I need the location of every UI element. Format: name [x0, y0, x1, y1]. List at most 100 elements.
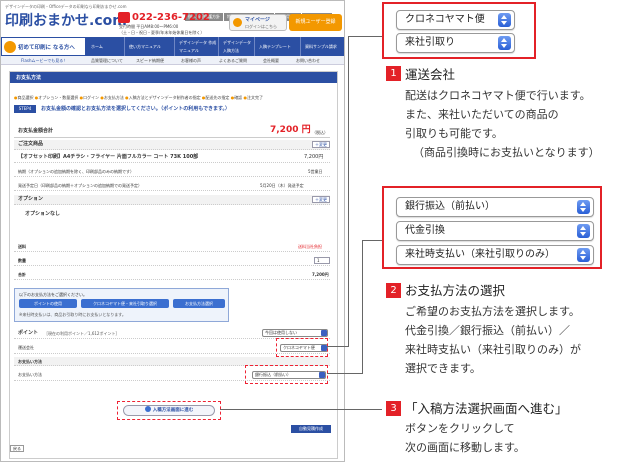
step-description: お支払金額の確認とお支払方法を選択してください。（ポイントの利用もできます。）	[41, 106, 231, 112]
option-label: オプション	[18, 196, 44, 202]
lead-time-row: 納期（オプションの追加納期を除く、印刷部品のみの納期です） 5営業日	[14, 167, 330, 177]
points-button[interactable]: ポイントの使用	[19, 299, 77, 308]
beginner-icon	[4, 41, 16, 53]
payment-option-2: 代金引換	[405, 225, 445, 236]
business-hours: 受付時間 平日AM8:00～PM6:00	[119, 24, 179, 29]
points-select[interactable]: 今回は使用しない	[262, 329, 328, 337]
sub-nav-voice[interactable]: お客様の声	[181, 58, 201, 63]
site-logo[interactable]: 印刷おまかせ.com	[5, 13, 127, 29]
callout-3-body: ボタンをクリックして 次の画面に移動します。	[405, 419, 525, 457]
mypage-label: マイページ	[245, 17, 270, 23]
step-progress: ●商品選択 ●オプション・数量選択 ●ログイン ●お支払方法 ●入稿方法とデザイ…	[14, 95, 263, 100]
option-change-button[interactable]: ＋変更	[312, 196, 330, 203]
sub-nav-speed[interactable]: スピード納期便	[136, 58, 164, 63]
points-note: ［現在の利用ポイント／1,612ポイント］	[44, 331, 120, 336]
callout-2-highlight	[245, 365, 328, 384]
payment-option-select-2[interactable]: 代金引換	[396, 221, 594, 241]
select-arrows-icon	[498, 36, 511, 50]
callout-1-number: 1	[386, 66, 401, 81]
sum-label: 合計	[18, 272, 26, 277]
lead-time-label: 納期（オプションの追加納期を除く、印刷部品のみの納期です）	[18, 169, 134, 174]
payment-option-select-3[interactable]: 来社時支払い（来社引取りのみ）	[396, 245, 594, 265]
callout-2-line-2: 代金引換／銀行振込（前払い）／	[405, 324, 570, 337]
callout-2-line-3: 来社時支払い（来社引取りのみ）が	[405, 343, 581, 356]
connector-1-top	[348, 36, 382, 37]
nav-beginner[interactable]: 初めて印刷に なる方へ	[1, 37, 86, 56]
total-value: 7,200 円	[270, 125, 311, 135]
quantity-stepper[interactable]: 1	[314, 257, 330, 264]
register-button[interactable]: 新規ユーザー登録	[289, 14, 342, 31]
ship-date-label: 発送予定日（印刷部品の納期＋オプションの追加納期での発送予定）	[18, 183, 142, 188]
product-label: ご注文商品	[18, 141, 44, 147]
shipping-option-1: クロネコヤマト便	[405, 14, 485, 25]
step-badge: STEP4	[14, 105, 36, 113]
connector-3-h	[220, 409, 382, 410]
section-title: お支払方法	[16, 74, 42, 81]
callout-1-line-2: また、来社いただいての商品の	[405, 108, 559, 121]
nav-beginner-label: 初めて印刷に なる方へ	[18, 45, 75, 51]
mypage-button[interactable]: マイページ ログインはこちら	[229, 14, 287, 31]
callout-2-title: お支払方法の選択	[405, 283, 506, 298]
callout-3-number: 3	[386, 401, 401, 416]
connector-2-v	[362, 240, 363, 374]
callout-1-highlight	[276, 338, 328, 357]
sum-row: 合計 7,200円	[14, 270, 330, 280]
nav-sample[interactable]: 資料サンプル請求	[301, 37, 344, 56]
step-3: ログイン	[83, 95, 100, 100]
back-button[interactable]: 戻る	[10, 445, 24, 452]
flash-link[interactable]: Flashムービーでも見る！	[21, 58, 67, 63]
shipping-fee-label: 送料	[18, 244, 26, 249]
callout-2-line-1: ご希望のお支払方法を選択します。	[405, 305, 580, 318]
quantity-label: 数量	[18, 258, 26, 263]
shipping-option-select-1[interactable]: クロネコヤマト便	[396, 10, 515, 30]
website-screenshot: デザインデータの印刷・Officeデータの印刷なら印刷おまかせ.com 個人情報…	[0, 0, 345, 462]
phone-icon	[118, 12, 130, 23]
sub-nav: Flashムービーでも見る！ 品質管理について スピード納期便 お客様の声 よく…	[1, 56, 344, 65]
total-label: お支払金額合計	[18, 128, 54, 134]
nav-manual[interactable]: 使い方マニュアル	[125, 37, 175, 56]
step-1: 商品選択	[17, 95, 34, 100]
kuroneko-button[interactable]: クロネコヤマト便・来社引取り選択	[81, 299, 169, 308]
points-select-value: 今回は使用しない	[265, 330, 297, 335]
shipping-option-select-2[interactable]: 来社引取り	[396, 33, 515, 53]
ship-date-value: 5月20日（木）発送予定	[260, 183, 304, 188]
sub-nav-company[interactable]: 会社概要	[263, 58, 279, 63]
product-name: 【オフセット印刷】A4チラシ・フライヤー 片面フルカラー コート 73K 100…	[18, 154, 199, 160]
sub-nav-quality[interactable]: 品質管理について	[91, 58, 123, 63]
payment-option-3: 来社時支払い（来社引取りのみ）	[405, 249, 555, 260]
sub-nav-faq[interactable]: よくあるご質問	[219, 58, 247, 63]
product-price: 7,200円	[304, 154, 324, 160]
payment-option-1: 銀行振込（前払い）	[405, 201, 495, 212]
callout-3-line-2: 次の画面に移動します。	[405, 441, 525, 454]
auto-estimate-button[interactable]: 自動見積作成	[291, 425, 331, 433]
callout-2-number: 2	[386, 283, 401, 298]
step-6: 配送先の指定	[205, 95, 230, 100]
nav-submit-method[interactable]: デザインデータ 入稿方法	[219, 37, 255, 56]
pay-section-label: お支払い方法	[18, 359, 42, 364]
pay-method-label: お支払い方法	[18, 372, 42, 377]
mypage-sublabel: ログインはこちら	[245, 24, 277, 29]
nav-home[interactable]: ホーム	[87, 37, 125, 56]
step-2: オプション・数量選択	[38, 95, 79, 100]
select-arrows-icon	[577, 200, 590, 214]
payment-note: ※来社時支払いは、商品お引取り時にお支払いとなります。	[19, 312, 126, 317]
callout-1-title: 運送会社	[405, 67, 456, 82]
payment-option-select-1[interactable]: 銀行振込（前払い）	[396, 197, 594, 217]
step-8: 注文完了	[246, 95, 263, 100]
callout-3-title: 「入稿方法選択画面へ進む」	[405, 401, 568, 416]
sub-nav-contact[interactable]: お問い合わせ	[296, 58, 320, 63]
ship-date-row: 発送予定日（印刷部品の納期＋オプションの追加納期での発送予定） 5月20日（木）…	[14, 181, 330, 191]
nav-template[interactable]: 入稿テンプレート	[255, 37, 301, 56]
nav-design-manual[interactable]: デザインデータ 作成マニュアル	[175, 37, 219, 56]
total-row: お支払金額合計 7,200 円 （税込）	[14, 125, 330, 138]
payment-select-button[interactable]: お支払方法選択	[173, 299, 225, 308]
shipping-fee-row: 送料 送料当社負担	[14, 242, 330, 252]
select-arrows-icon	[498, 13, 511, 27]
choose-label: 以下のお支払方法をご選択ください。	[19, 292, 87, 297]
quantity-row: 数量 1	[14, 256, 330, 266]
section-header: お支払方法	[10, 72, 337, 83]
product-change-button[interactable]: ＋変更	[312, 141, 330, 148]
connector-1-h	[327, 346, 349, 347]
shipping-fee-value: 送料当社負担	[298, 244, 322, 249]
phone-number: 022-236-7202	[132, 12, 210, 23]
